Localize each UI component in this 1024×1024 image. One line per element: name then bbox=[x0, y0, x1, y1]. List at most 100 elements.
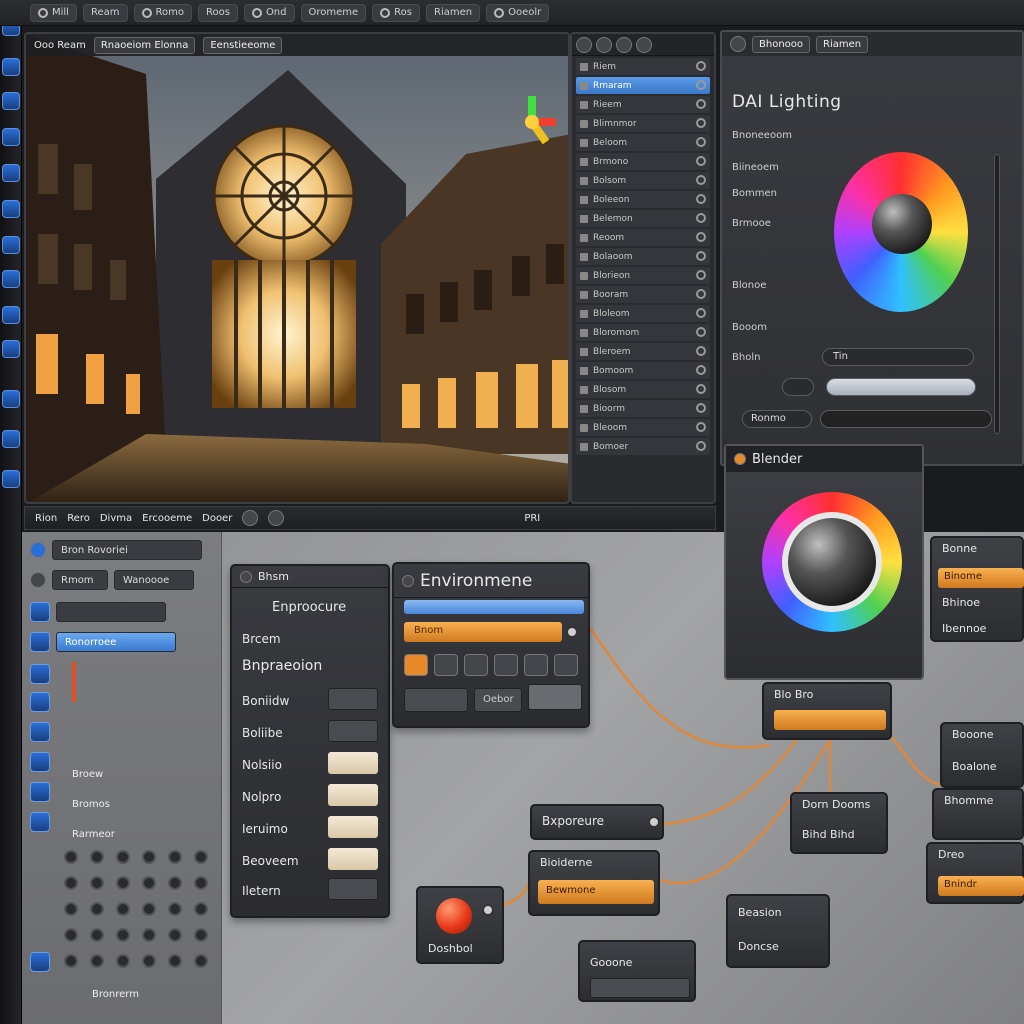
menu-item-4[interactable]: Ond bbox=[243, 3, 295, 22]
orange-field[interactable]: Bnindr bbox=[938, 876, 1024, 896]
value-field[interactable] bbox=[328, 878, 378, 900]
visibility-eye-icon[interactable] bbox=[696, 99, 706, 109]
light-icon[interactable] bbox=[2, 390, 20, 408]
collapse-icon[interactable] bbox=[402, 574, 414, 587]
node-stack-right-top[interactable]: Bonne Binome Bhinoe Ibennoe bbox=[930, 536, 1024, 642]
menu-item-5[interactable]: Oromeme bbox=[300, 3, 367, 22]
outliner-item[interactable]: Bleoom bbox=[576, 419, 710, 436]
world-icon[interactable] bbox=[2, 470, 20, 488]
outliner-item[interactable]: Blimnmor bbox=[576, 115, 710, 132]
annotate-tool-icon[interactable] bbox=[2, 236, 20, 254]
menu-item-7[interactable]: Riamen bbox=[426, 3, 481, 22]
property-field[interactable]: Tin bbox=[822, 348, 974, 366]
preset-dot[interactable] bbox=[168, 954, 182, 968]
color-icon[interactable] bbox=[30, 752, 50, 772]
preset-dot[interactable] bbox=[142, 954, 156, 968]
measure-tool-icon[interactable] bbox=[2, 270, 20, 288]
node-right-mid[interactable]: Booone Boalone bbox=[940, 722, 1024, 788]
visibility-eye-icon[interactable] bbox=[696, 308, 706, 318]
value-field[interactable] bbox=[328, 720, 378, 742]
preset-dot[interactable] bbox=[194, 850, 208, 864]
viewport-overlay-chip[interactable]: Eenstieeome bbox=[203, 36, 283, 54]
orange-field[interactable]: Binome bbox=[938, 568, 1024, 588]
preset-dot[interactable] bbox=[90, 928, 104, 942]
visibility-eye-icon[interactable] bbox=[696, 213, 706, 223]
rotate-tool-icon[interactable] bbox=[2, 128, 20, 146]
visibility-eye-icon[interactable] bbox=[696, 327, 706, 337]
preset-dot[interactable] bbox=[194, 928, 208, 942]
visibility-eye-icon[interactable] bbox=[696, 175, 706, 185]
preset-dot[interactable] bbox=[90, 902, 104, 916]
preset-dot[interactable] bbox=[116, 928, 130, 942]
footer-item-1[interactable]: Rero bbox=[67, 513, 90, 524]
visibility-eye-icon[interactable] bbox=[696, 365, 706, 375]
mode-button-icon[interactable] bbox=[464, 654, 488, 676]
move-tool-icon[interactable] bbox=[2, 92, 20, 110]
mode-button-icon[interactable] bbox=[494, 654, 518, 676]
value-field[interactable] bbox=[528, 684, 582, 710]
visibility-eye-icon[interactable] bbox=[696, 118, 706, 128]
mode-button-icon[interactable] bbox=[404, 654, 428, 676]
visibility-eye-icon[interactable] bbox=[696, 232, 706, 242]
viewport-mode-label[interactable]: Ooo Ream bbox=[34, 40, 86, 51]
preset-dot[interactable] bbox=[142, 928, 156, 942]
visibility-eye-icon[interactable] bbox=[696, 80, 706, 90]
transform-tool-icon[interactable] bbox=[2, 200, 20, 218]
property-bar[interactable] bbox=[820, 410, 992, 428]
properties-tab-0[interactable]: Bhonooo bbox=[752, 35, 811, 53]
node-doshbol[interactable]: Doshbol bbox=[416, 886, 504, 964]
footer-item-0[interactable]: Rion bbox=[35, 513, 57, 524]
mode-button-icon[interactable] bbox=[524, 654, 548, 676]
preset-dot[interactable] bbox=[142, 850, 156, 864]
menu-item-1[interactable]: Ream bbox=[82, 3, 128, 22]
render-icon[interactable] bbox=[2, 430, 20, 448]
overlay-icon[interactable] bbox=[242, 510, 259, 526]
visibility-eye-icon[interactable] bbox=[696, 156, 706, 166]
preset-dot[interactable] bbox=[64, 876, 78, 890]
outliner-item[interactable]: Bolsom bbox=[576, 172, 710, 189]
preset-dot[interactable] bbox=[194, 902, 208, 916]
collapse-icon[interactable] bbox=[240, 570, 252, 583]
preset-dot[interactable] bbox=[116, 850, 130, 864]
preset-dot[interactable] bbox=[90, 876, 104, 890]
outliner-item[interactable]: Bleroem bbox=[576, 343, 710, 360]
scale-tool-icon[interactable] bbox=[2, 164, 20, 182]
filter-icon[interactable] bbox=[576, 36, 592, 53]
outliner-item[interactable]: Rieem bbox=[576, 96, 710, 113]
node-gooone[interactable]: Gooone bbox=[578, 940, 696, 1002]
menu-item-2[interactable]: Romo bbox=[133, 3, 192, 22]
outliner-item[interactable]: Bolaoom bbox=[576, 248, 710, 265]
sidebar-row-1[interactable]: Rmom Wanoooe bbox=[30, 570, 194, 590]
visibility-eye-icon[interactable] bbox=[696, 422, 706, 432]
visibility-eye-icon[interactable] bbox=[696, 194, 706, 204]
mode-button-icon[interactable] bbox=[434, 654, 458, 676]
preset-dot[interactable] bbox=[142, 902, 156, 916]
node-bioiderne[interactable]: Bioiderne Bewmone bbox=[528, 850, 660, 916]
preset-dot[interactable] bbox=[90, 954, 104, 968]
outliner-item[interactable]: Rmaram bbox=[576, 77, 710, 94]
add-cube-icon[interactable] bbox=[2, 306, 20, 324]
outliner-item[interactable]: Riem bbox=[576, 58, 710, 75]
sort-icon[interactable] bbox=[636, 36, 652, 53]
visibility-eye-icon[interactable] bbox=[696, 441, 706, 451]
preset-dot[interactable] bbox=[194, 954, 208, 968]
environment-color-bar[interactable] bbox=[404, 600, 584, 614]
outliner-item[interactable]: Belemon bbox=[576, 210, 710, 227]
render-properties-icon[interactable] bbox=[730, 36, 746, 52]
outliner-item[interactable]: Boleeon bbox=[576, 191, 710, 208]
search-icon[interactable] bbox=[616, 36, 632, 53]
3d-viewport[interactable]: Ooo Ream Rnaoeiom Elonna Eenstieeome bbox=[24, 32, 570, 504]
viewport-shading-chip[interactable]: Rnaoeiom Elonna bbox=[93, 36, 196, 54]
property-field[interactable]: Ronmo bbox=[742, 410, 812, 428]
environment-strength-field[interactable]: Bnom bbox=[404, 622, 562, 642]
outliner-item[interactable]: Blorieon bbox=[576, 267, 710, 284]
color-swatch[interactable] bbox=[328, 752, 378, 774]
preset-dot[interactable] bbox=[168, 876, 182, 890]
node-exposure[interactable]: Bxporeure bbox=[530, 804, 664, 840]
vertical-slider[interactable] bbox=[994, 154, 1000, 434]
node-dorn-dooms[interactable]: Dorn Dooms Bihd Bihd bbox=[790, 792, 888, 854]
outliner-item[interactable]: Bioorm bbox=[576, 400, 710, 417]
vector-icon[interactable] bbox=[30, 722, 50, 742]
menu-item-8[interactable]: Ooeolr bbox=[486, 3, 550, 22]
node-beasion[interactable]: Beasion Doncse bbox=[726, 894, 830, 968]
